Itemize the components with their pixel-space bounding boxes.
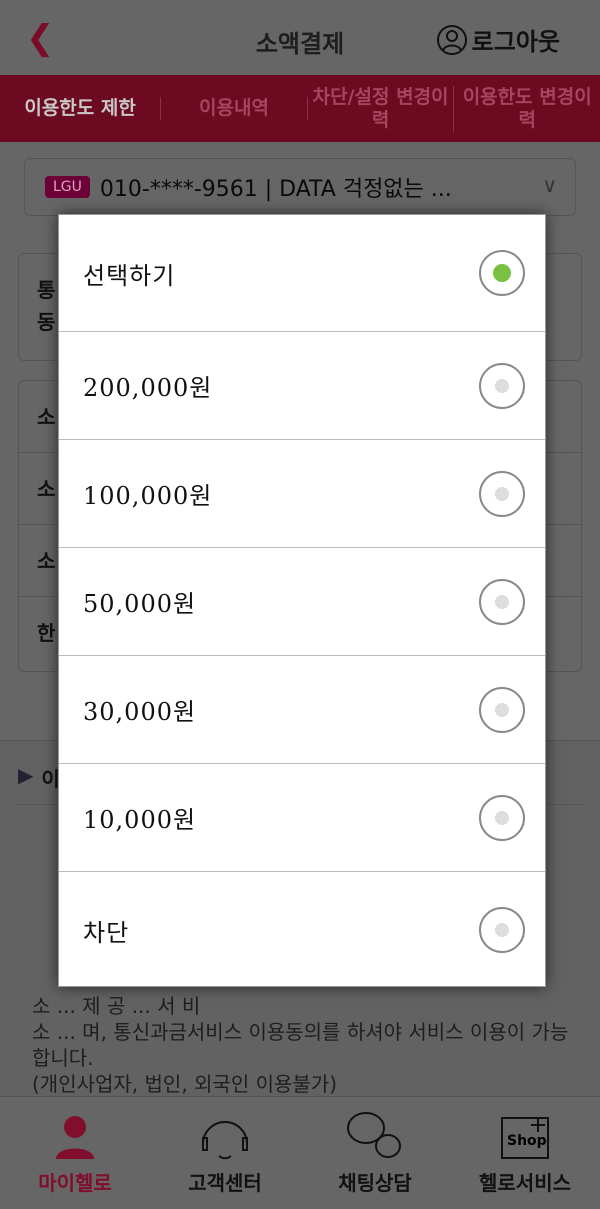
selected-line: 010-****-9561 | DATA 걱정없는 ... (99, 177, 452, 202)
radio-dot (495, 810, 509, 825)
option-label: 10,000원 (83, 806, 197, 834)
option-label: 선택하기 (83, 261, 176, 290)
radio-button[interactable] (479, 362, 525, 409)
tab-bar: 이용한도 제한 이용내역 차단/설정 변경이력 이용한도 변경이력 (0, 75, 600, 142)
radio-dot (495, 594, 509, 609)
radio-button[interactable] (479, 250, 525, 296)
page-title: 소액결제 (255, 30, 345, 58)
radio-dot (495, 378, 509, 393)
radio-button[interactable] (479, 578, 525, 625)
nav-customer-center[interactable]: 고객센터 (150, 1097, 300, 1209)
option-item[interactable]: 200,000원 (59, 332, 545, 440)
option-label: 50,000원 (83, 590, 197, 618)
option-label: 200,000원 (83, 374, 213, 402)
option-item[interactable]: 30,000원 (59, 656, 545, 764)
limit-select-dialog: 선택하기 200,000원 100,000원 50,000원 30,000원 10,000… (58, 214, 546, 987)
radio-button[interactable] (479, 470, 525, 517)
nav-chat[interactable]: 채팅상담 (300, 1097, 450, 1209)
option-label: 30,000원 (83, 698, 197, 726)
shop-icon: Shop (501, 1117, 549, 1159)
radio-dot (495, 923, 509, 937)
option-label: 100,000원 (83, 482, 213, 510)
radio-dot (493, 264, 511, 282)
nav-my-hello[interactable]: 마이헬로 (0, 1097, 150, 1209)
info-text: (개인사업자, 법인, 외국인 이용불가) (32, 1072, 337, 1096)
line-selector[interactable]: LGU 010-****-9561 | DATA 걱정없는 ... ∨ (24, 158, 576, 216)
option-item[interactable]: 선택하기 (59, 215, 545, 332)
radio-dot (495, 702, 509, 717)
nav-hello-service[interactable]: Shop 헬로서비스 (450, 1097, 600, 1209)
option-item[interactable]: 50,000원 (59, 548, 545, 656)
carrier-badge: LGU (45, 176, 90, 198)
chevron-down-icon: ∨ (542, 173, 557, 197)
option-item[interactable]: 100,000원 (59, 440, 545, 548)
option-item[interactable]: 차단 (59, 872, 545, 988)
svg-text:Shop: Shop (507, 1133, 547, 1149)
header: ❮ 소액결제 로그아웃 (0, 0, 600, 75)
tab-usage-history[interactable]: 이용내역 (161, 97, 308, 120)
logout-button[interactable]: 로그아웃 (436, 22, 560, 57)
back-button[interactable]: ❮ (26, 18, 55, 58)
headset-icon (202, 1121, 248, 1160)
info-text: 소 ... 제 공 ... 서 비 (32, 994, 201, 1018)
radio-dot (495, 486, 509, 501)
chat-icon (347, 1112, 401, 1158)
radio-button[interactable] (479, 686, 525, 733)
user-icon (436, 24, 467, 55)
person-icon (56, 1116, 94, 1159)
option-label: 차단 (83, 918, 130, 947)
radio-button[interactable] (479, 907, 525, 953)
tab-usage-limit[interactable]: 이용한도 제한 (0, 97, 162, 120)
tab-block-history[interactable]: 차단/설정 변경이력 (308, 85, 455, 132)
info-text: 소 ... 며, 통신과금서비스 이용동의를 하셔야 서비스 이용이 가능합니다… (32, 1020, 569, 1070)
tab-limit-history[interactable]: 이용한도 변경이력 (454, 86, 600, 132)
option-item[interactable]: 10,000원 (59, 764, 545, 872)
radio-button[interactable] (479, 794, 525, 841)
play-icon: ▶ (18, 763, 34, 787)
bottom-nav: 마이헬로 고객센터 채팅상담 Shop 헬로서비스 (0, 1096, 600, 1209)
